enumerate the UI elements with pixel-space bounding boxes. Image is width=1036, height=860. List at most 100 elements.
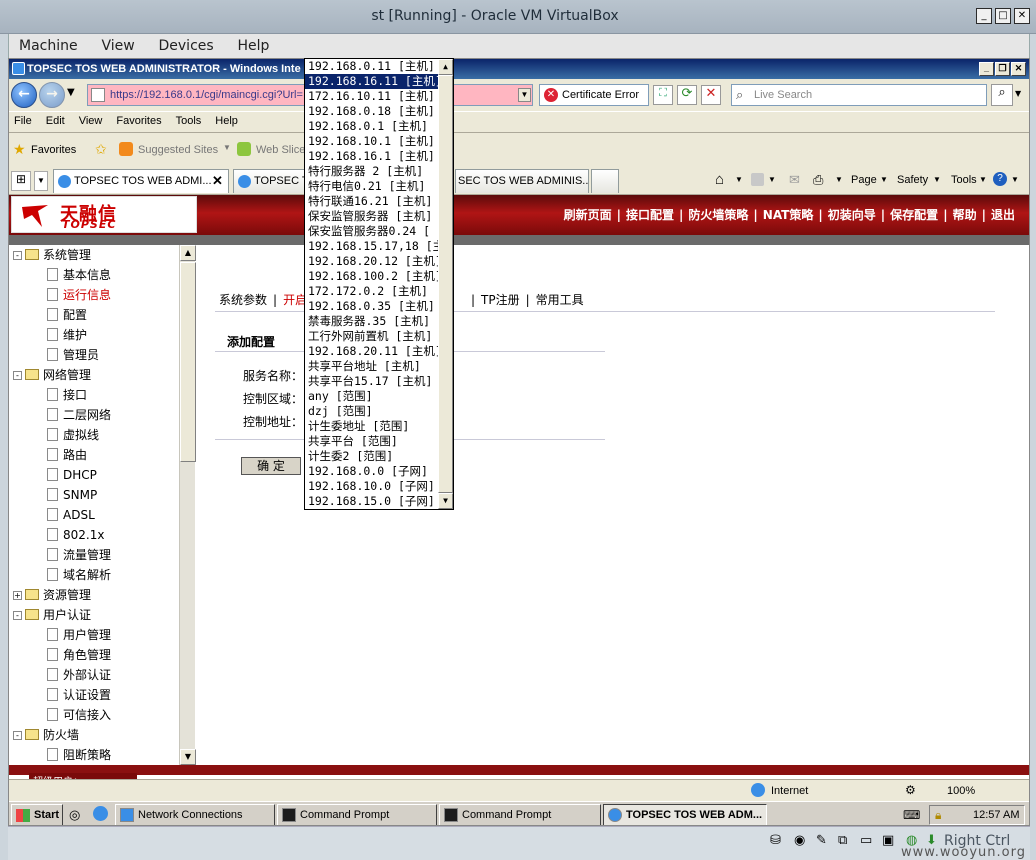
tree-folder[interactable]: - 网络管理	[13, 365, 91, 385]
quick-tabs-icon[interactable]: ⊞	[11, 171, 31, 191]
home-dropdown-icon[interactable]: ▼	[735, 175, 743, 184]
keyboard-icon[interactable]: ⌨	[903, 808, 920, 822]
nav-interface-config[interactable]: 接口配置	[626, 208, 674, 222]
expand-icon[interactable]: +	[13, 591, 22, 600]
refresh-icon[interactable]: ⟳	[677, 85, 697, 105]
address-select-dropdown[interactable]: 192.168.0.11 [主机] 192.168.16.11 [主机] 172.1…	[304, 58, 454, 510]
back-icon[interactable]: ←	[11, 82, 37, 108]
dropdown-option[interactable]: 禁毒服务器.35 [主机]	[305, 314, 438, 329]
tree-folder[interactable]: - 系统管理	[13, 245, 91, 265]
quicklaunch-ie-icon[interactable]	[93, 806, 108, 821]
protected-mode-icon[interactable]: ⚙	[905, 783, 916, 797]
tree-item[interactable]: SNMP	[47, 485, 97, 505]
dropdown-option[interactable]: 特行电信0.21 [主机]	[305, 179, 438, 194]
scroll-thumb[interactable]	[180, 262, 196, 462]
tab-common-tools[interactable]: 常用工具	[536, 293, 584, 307]
collapse-icon[interactable]: -	[13, 731, 22, 740]
nav-help[interactable]: 帮助	[953, 208, 977, 222]
dropdown-option[interactable]: 特行联通16.21 [主机]	[305, 194, 438, 209]
tree-item[interactable]: 外部认证	[47, 665, 111, 685]
tab-list-icon[interactable]: ▼	[34, 171, 48, 191]
history-dropdown-icon[interactable]: ▼	[67, 87, 75, 98]
tab-topsec-2[interactable]: TOPSEC TO	[233, 169, 311, 193]
menu-file[interactable]: File	[9, 112, 41, 127]
menu-edit[interactable]: Edit	[41, 112, 74, 127]
tree-item[interactable]: 维护	[47, 325, 87, 345]
tree-item[interactable]: 阻断策略	[47, 745, 111, 765]
dropdown-option[interactable]: 192.168.20.11 [主机]	[305, 344, 438, 359]
dropdown-option[interactable]: 192.168.10.0 [子网]	[305, 479, 438, 494]
dropdown-option[interactable]: 保安监管服务器0.24 [	[305, 224, 438, 239]
dropdown-option[interactable]: dzj [范围]	[305, 404, 438, 419]
dropdown-option[interactable]: 192.168.100.2 [主机]	[305, 269, 438, 284]
tree-item[interactable]: DHCP	[47, 465, 97, 485]
tree-item[interactable]: 角色管理	[47, 645, 111, 665]
dropdown-scrollbar[interactable]: ▲ ▼	[438, 59, 453, 509]
search-go-icon[interactable]: ⌕	[991, 84, 1013, 106]
collapse-icon[interactable]: -	[13, 251, 22, 260]
display-icon[interactable]: ▭	[860, 833, 872, 848]
start-button[interactable]: Start	[11, 804, 63, 825]
favorites-button[interactable]: Favorites	[31, 144, 76, 156]
dropdown-option[interactable]: 192.168.16.11 [主机]	[305, 74, 438, 89]
tree-folder[interactable]: + 资源管理	[13, 585, 91, 605]
print-dropdown-icon[interactable]: ▼	[835, 175, 843, 184]
web-slice-link[interactable]: Web Slice	[256, 144, 305, 156]
help-dropdown-icon[interactable]: ▼	[1011, 175, 1019, 184]
page-dropdown-icon[interactable]: ▼	[880, 175, 888, 184]
stop-icon[interactable]: ✕	[701, 85, 721, 105]
search-options-icon[interactable]: ▼	[1015, 89, 1021, 98]
tree-item[interactable]: 运行信息	[47, 285, 111, 305]
tree-item[interactable]: ADSL	[47, 505, 95, 525]
url-dropdown-icon[interactable]: ▼	[518, 88, 531, 102]
menu-view[interactable]: View	[91, 34, 144, 54]
scroll-thumb[interactable]	[438, 75, 453, 493]
tree-item[interactable]: 接口	[47, 385, 87, 405]
dropdown-option[interactable]: any [范围]	[305, 389, 438, 404]
page-menu[interactable]: Page	[851, 174, 877, 186]
dropdown-option[interactable]: 共享平台15.17 [主机]	[305, 374, 438, 389]
new-tab-button[interactable]	[591, 169, 619, 193]
tab-topsec-3[interactable]: SEC TOS WEB ADMINIS...	[455, 169, 589, 193]
compat-view-icon[interactable]: ⛶	[653, 85, 673, 105]
tab-system-params[interactable]: 系统参数	[219, 293, 267, 307]
tools-dropdown-icon[interactable]: ▼	[979, 175, 987, 184]
feeds-icon[interactable]	[751, 173, 764, 186]
collapse-icon[interactable]: -	[13, 611, 22, 620]
sidebar-scrollbar[interactable]: ▲ ▼	[179, 245, 196, 765]
dropdown-option[interactable]: 工行外网前置机 [主机]	[305, 329, 438, 344]
tree-item[interactable]: 802.1x	[47, 525, 104, 545]
usb-icon[interactable]: ✎	[816, 833, 827, 848]
minimize-icon[interactable]: _	[976, 8, 992, 24]
scroll-up-icon[interactable]: ▲	[438, 59, 453, 75]
shared-folder-icon[interactable]: ⧉	[838, 833, 847, 848]
tree-folder[interactable]: - 用户认证	[13, 605, 91, 625]
dropdown-option[interactable]: 192.168.0.1 [主机]	[305, 119, 438, 134]
tree-item[interactable]: 认证设置	[47, 685, 111, 705]
ie-minimize-icon[interactable]: _	[979, 62, 994, 76]
dropdown-option[interactable]: 192.168.0.18 [主机]	[305, 104, 438, 119]
menu-devices[interactable]: Devices	[149, 34, 224, 54]
dropdown-option[interactable]: 特行服务器 2 [主机]	[305, 164, 438, 179]
help-icon[interactable]: ?	[993, 172, 1007, 186]
dropdown-option[interactable]: 192.168.0.35 [主机]	[305, 299, 438, 314]
dropdown-option[interactable]: 192.168.15.0 [子网]	[305, 494, 438, 509]
tab-topsec-1[interactable]: TOPSEC TOS WEB ADMI... ✕	[53, 169, 229, 193]
menu-view[interactable]: View	[74, 112, 112, 127]
suggested-sites-dropdown-icon[interactable]: ▼	[223, 143, 231, 152]
tree-folder[interactable]: - 防火墙	[13, 725, 79, 745]
menu-favorites[interactable]: Favorites	[111, 112, 170, 127]
scroll-down-icon[interactable]: ▼	[180, 749, 196, 765]
tree-item[interactable]: 配置	[47, 305, 87, 325]
safety-menu[interactable]: Safety	[897, 174, 928, 186]
taskbar-network-connections[interactable]: Network Connections	[115, 804, 275, 825]
dropdown-option[interactable]: 计生委地址 [范围]	[305, 419, 438, 434]
nav-refresh[interactable]: 刷新页面	[564, 208, 612, 222]
tree-item[interactable]: 路由	[47, 445, 87, 465]
add-favorite-icon[interactable]: ✩	[95, 141, 107, 158]
taskbar-topsec[interactable]: TOPSEC TOS WEB ADM...	[603, 804, 767, 825]
optical-icon[interactable]: ◉	[794, 833, 805, 848]
suggested-sites-link[interactable]: Suggested Sites	[138, 144, 218, 156]
safety-dropdown-icon[interactable]: ▼	[933, 175, 941, 184]
tree-item[interactable]: 域名解析	[47, 565, 111, 585]
